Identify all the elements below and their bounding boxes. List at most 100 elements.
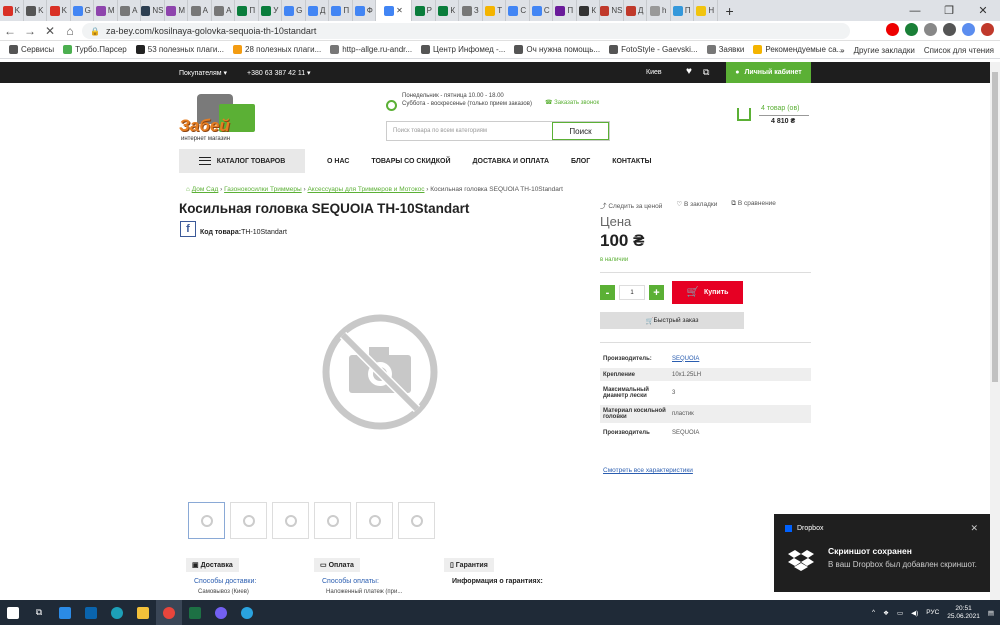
bookmark-item[interactable]: 28 полезных плаги... [233,45,321,54]
qty-plus-button[interactable]: + [649,285,664,300]
network-icon[interactable]: ▭ [897,609,903,617]
back-icon[interactable]: ← [0,24,20,38]
no-image-placeholder-icon[interactable] [321,313,439,431]
quick-order-button[interactable]: 🛒 Быстрый заказ [600,312,744,329]
close-window-icon[interactable]: ✕ [966,0,1000,21]
cabinet-button[interactable]: ● Личный кабинет [726,62,811,83]
task-view-icon[interactable]: ⧉ [26,600,52,625]
site-logo[interactable]: Забей интернет магазин [179,94,259,142]
browser-tab[interactable]: З [459,0,483,21]
update-icon[interactable] [981,23,994,36]
compare-link[interactable]: ⧉ В сравнение [731,200,776,210]
file-explorer-icon[interactable] [130,600,156,625]
thumbnail[interactable] [188,502,225,539]
bookmark-link[interactable]: ♡ В закладки [676,200,717,210]
maximize-icon[interactable]: ❐ [932,0,966,21]
browser-tab[interactable]: Д [306,0,329,21]
browser-tab[interactable]: K [47,0,71,21]
thumbnail[interactable] [230,502,267,539]
page-scrollbar[interactable] [990,62,1000,600]
price-watch-link[interactable]: ⤴ Следить за ценой [600,200,662,210]
buy-button[interactable]: 🛒 Купить [672,281,743,304]
clock[interactable]: 20:51 25.06.2021 [947,605,980,621]
qty-minus-button[interactable]: - [600,285,615,300]
browser-tab[interactable]: G [71,0,94,21]
bookmark-item[interactable]: Центр Инфомед -... [421,45,505,54]
browser-tab[interactable]: П [671,0,694,21]
new-tab-icon[interactable]: + [726,3,734,19]
browser-tab[interactable]: П [329,0,353,21]
thumbnail[interactable] [398,502,435,539]
browser-tab[interactable]: Н [694,0,718,21]
qty-input[interactable]: 1 [619,285,645,300]
dropbox-tray-icon[interactable]: ❖ [883,609,889,617]
bookmarks-overflow-button[interactable]: » [840,46,844,55]
browser-tab[interactable]: ✕ [376,0,412,21]
browser-tab[interactable]: К [436,0,459,21]
browser-tab[interactable]: П [235,0,259,21]
spec-value-link[interactable]: SEQUOIA [672,356,808,362]
cart-count[interactable]: 4 товар (ов) [761,105,800,112]
excel-icon[interactable] [182,600,208,625]
bookmark-item[interactable]: Рекомендуемые са... [753,45,843,54]
home-icon[interactable]: ⌂ [186,186,190,193]
minimize-icon[interactable]: — [898,0,932,21]
thumbnail[interactable] [314,502,351,539]
compare-icon[interactable]: ⧉ [703,67,709,78]
pen-extension-icon[interactable] [924,23,937,36]
browser-tab[interactable]: Р [412,0,436,21]
language-indicator[interactable]: РУС [926,609,939,616]
outlook-icon[interactable] [78,600,104,625]
notifications-icon[interactable]: ▤ [988,609,994,617]
browser-tab[interactable]: A [118,0,141,21]
breadcrumb-item[interactable]: Газонокосилки Триммеры [224,186,302,193]
thumbnail[interactable] [272,502,309,539]
bookmark-folder[interactable]: Список для чтения [924,46,994,55]
puzzle-extensions-icon[interactable] [943,23,956,36]
bookmark-item[interactable]: Заявки [706,45,744,54]
buyers-menu[interactable]: Покупателям ▾ [179,69,227,77]
search-button[interactable]: Поиск [552,122,609,140]
browser-tab[interactable]: NS [141,0,165,21]
warranty-link[interactable]: Информация о гарантиях: [452,578,543,585]
bookmark-item[interactable]: 53 полезных плаги... [135,45,224,54]
telegram-icon[interactable] [234,600,260,625]
breadcrumb-item[interactable]: Аксессуары для Триммеров и Мотокос [307,186,424,193]
viber-icon[interactable] [208,600,234,625]
windows-start-icon[interactable] [0,600,26,625]
browser-tab[interactable]: NS [600,0,624,21]
browser-tab[interactable]: A [212,0,235,21]
browser-tab[interactable]: h [647,0,671,21]
wishlist-heart-icon[interactable]: ♥ [686,66,692,77]
stop-loading-icon[interactable]: ✕ [40,24,60,38]
browser-tab[interactable]: M [165,0,188,21]
nav-link[interactable]: КОНТАКТЫ [612,158,651,165]
url-input[interactable]: 🔒 za-bey.com/kosilnaya-golovka-sequoia-t… [82,23,850,39]
tray-arrow-icon[interactable]: ^ [872,609,875,616]
nav-link[interactable]: ТОВАРЫ СО СКИДКОЙ [371,158,450,165]
forward-icon[interactable]: → [20,24,40,38]
browser-tab[interactable]: Ф [353,0,376,21]
nav-link[interactable]: БЛОГ [571,158,590,165]
phone-dropdown[interactable]: +380 63 387 42 11 ▾ [247,69,311,77]
browser-tab[interactable]: С [506,0,530,21]
browser-tab[interactable]: С [530,0,553,21]
delivery-link[interactable]: Способы доставки: [194,578,256,585]
payment-link[interactable]: Способы оплаты: [322,578,402,585]
browser-tab[interactable]: К [577,0,600,21]
close-tab-icon[interactable]: ✕ [396,6,403,15]
bookmark-item[interactable]: FotoStyle - Gaevski... [609,45,698,54]
bookmark-item[interactable]: Сервисы [9,45,54,54]
catalog-button[interactable]: КАТАЛОГ ТОВАРОВ [179,149,305,173]
nav-link[interactable]: О НАС [327,158,349,165]
dolphin-app-icon[interactable] [52,600,78,625]
all-specs-link[interactable]: Смотреть все характеристики [603,467,693,474]
edge-icon[interactable] [104,600,130,625]
dropbox-notification[interactable]: Dropbox ✕ Скриншот сохранен В ваш Dropbo… [774,514,990,592]
facebook-icon[interactable]: f [180,221,196,237]
city-selector[interactable]: Киев [646,69,662,76]
browser-tab[interactable]: A [188,0,212,21]
nav-link[interactable]: ДОСТАВКА И ОПЛАТА [473,158,550,165]
bookmark-item[interactable]: Оч нужна помощь... [514,45,600,54]
breadcrumb-item[interactable]: Дом Сад [192,186,219,193]
